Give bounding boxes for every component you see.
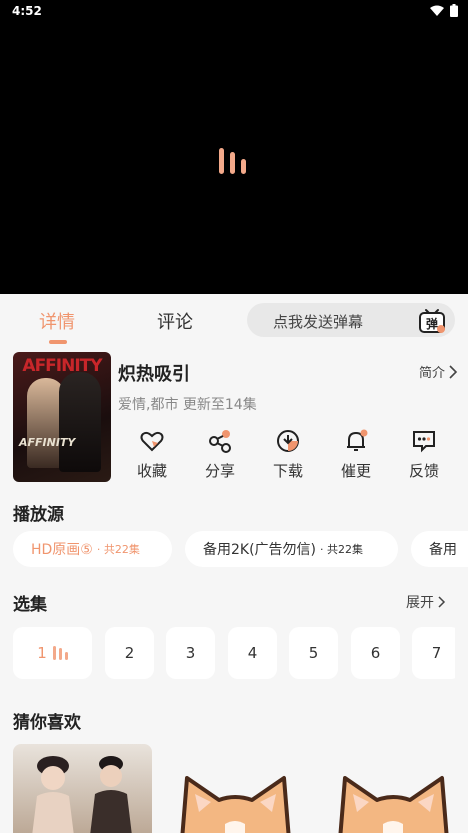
episode-4[interactable]: 4 <box>228 627 277 679</box>
source-chip-backup-2k[interactable]: 备用2K(广告勿信) · 共22集 <box>185 531 398 567</box>
show-title: 炽热吸引 <box>118 364 190 385</box>
recommend-item[interactable] <box>13 744 152 833</box>
cat-placeholder-icon <box>180 776 291 833</box>
cat-placeholder-icon <box>338 776 449 833</box>
poster-title-text: AFFINITY <box>22 356 102 376</box>
recommend-poster-figures <box>32 756 132 833</box>
source-name: 备用2K(广告勿信) <box>203 542 317 558</box>
source-count: · 共22集 <box>320 543 364 556</box>
source-chip-hd[interactable]: HD原画⑤ · 共22集 <box>13 531 172 567</box>
recommend-list <box>13 744 468 833</box>
episode-number: 5 <box>308 644 319 662</box>
danmu-toggle-icon[interactable]: 弹 <box>417 305 447 335</box>
episode-number: 4 <box>247 644 258 662</box>
chevron-right-icon <box>438 596 446 608</box>
intro-button[interactable]: 简介 <box>419 362 458 381</box>
feedback-label: 反馈 <box>408 462 439 480</box>
episode-2[interactable]: 2 <box>105 627 154 679</box>
playing-indicator <box>52 646 68 660</box>
share-icon <box>209 430 231 453</box>
recommend-heading: 猜你喜欢 <box>13 713 81 733</box>
feedback-icon <box>413 431 435 453</box>
episode-3[interactable]: 3 <box>166 627 215 679</box>
show-meta: 爱情,都市 更新至14集 <box>118 397 257 413</box>
episode-list: 1 2 3 4 5 6 7 <box>13 627 455 679</box>
tab-comments[interactable]: 评论 <box>157 308 193 334</box>
episode-number: 2 <box>124 644 135 662</box>
detail-sheet: 详情 评论 点我发送弹幕 弹 AFFINITY AFFINITY 炽热吸引 简介… <box>0 294 468 833</box>
episode-6[interactable]: 6 <box>351 627 400 679</box>
expand-label: 展开 <box>406 595 434 611</box>
download-icon <box>277 430 299 452</box>
status-bar: 4:52 <box>0 0 468 24</box>
favorite-button[interactable]: 收藏 <box>118 428 186 481</box>
show-info: AFFINITY AFFINITY 炽热吸引 简介 爱情,都市 更新至14集 收… <box>13 352 468 482</box>
wifi-icon <box>430 5 444 16</box>
source-count: · 共22集 <box>96 543 140 556</box>
tab-bar: 详情 评论 点我发送弹幕 弹 <box>0 294 468 344</box>
source-list: HD原画⑤ · 共22集 备用2K(广告勿信) · 共22集 备用 <box>13 531 468 567</box>
status-time: 4:52 <box>12 4 42 18</box>
download-button[interactable]: 下载 <box>254 428 322 481</box>
episodes-heading: 选集 <box>13 595 47 615</box>
episode-number: 7 <box>431 644 442 662</box>
source-name: 备用 <box>429 542 457 558</box>
poster-logo: AFFINITY <box>19 436 76 449</box>
video-player[interactable] <box>0 24 468 294</box>
favorite-label: 收藏 <box>136 462 167 480</box>
share-button[interactable]: 分享 <box>186 428 254 481</box>
intro-label: 简介 <box>418 366 445 381</box>
source-chip-backup[interactable]: 备用 <box>411 531 468 567</box>
battery-icon <box>450 4 458 17</box>
bell-icon <box>347 429 368 451</box>
episode-number: 3 <box>185 644 196 662</box>
download-label: 下载 <box>272 462 303 480</box>
tab-indicator <box>49 340 67 344</box>
feedback-button[interactable]: 反馈 <box>390 428 458 481</box>
share-label: 分享 <box>204 462 235 480</box>
episode-7[interactable]: 7 <box>412 627 455 679</box>
danmu-placeholder: 点我发送弹幕 <box>273 313 364 331</box>
heart-icon <box>140 431 164 452</box>
episode-number: 6 <box>370 644 381 662</box>
source-name: HD原画⑤ <box>31 542 93 558</box>
remind-label: 催更 <box>340 462 371 480</box>
episode-1[interactable]: 1 <box>13 627 92 679</box>
episode-5[interactable]: 5 <box>289 627 338 679</box>
loading-indicator <box>219 148 246 174</box>
remind-button[interactable]: 催更 <box>322 428 390 481</box>
episode-number: 1 <box>37 644 47 662</box>
action-row: 收藏 分享 下载 催更 反馈 <box>118 428 458 481</box>
poster-figure-male <box>59 372 101 472</box>
danmu-input[interactable]: 点我发送弹幕 弹 <box>247 303 455 337</box>
chevron-right-icon <box>449 364 458 379</box>
sources-heading: 播放源 <box>13 505 64 525</box>
danmu-icon-text: 弹 <box>426 316 438 331</box>
expand-episodes-button[interactable]: 展开 <box>406 592 446 612</box>
status-icons <box>430 4 458 17</box>
show-poster[interactable]: AFFINITY AFFINITY <box>13 352 111 482</box>
tab-details[interactable]: 详情 <box>39 308 75 334</box>
